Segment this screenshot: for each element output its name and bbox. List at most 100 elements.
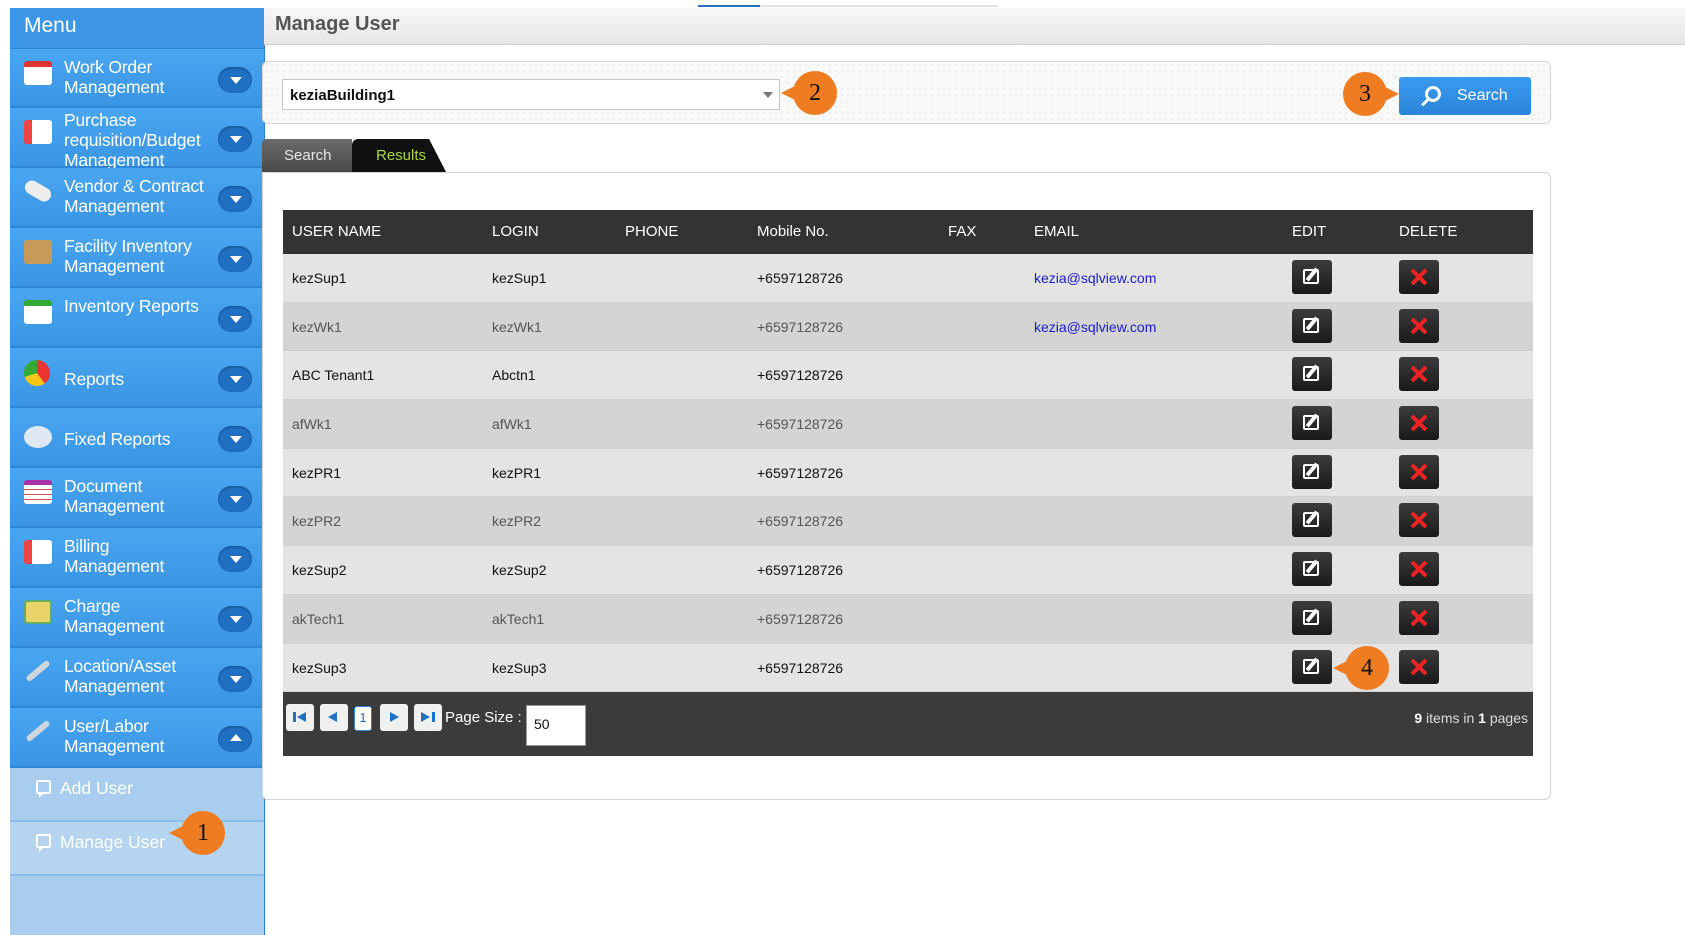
pager: 1 Page Size : 50 9 items in 1 pages bbox=[283, 692, 1533, 757]
edit-button[interactable] bbox=[1292, 503, 1332, 538]
chevron-down-icon[interactable] bbox=[218, 246, 252, 272]
menu-item-fixed-reports[interactable]: Fixed Reports bbox=[10, 408, 264, 468]
delete-button[interactable] bbox=[1399, 406, 1439, 441]
calendar-icon bbox=[24, 61, 52, 85]
delete-button[interactable] bbox=[1399, 552, 1439, 587]
delete-button[interactable] bbox=[1399, 503, 1439, 538]
chevron-down-icon[interactable] bbox=[218, 67, 252, 93]
edit-button[interactable] bbox=[1292, 406, 1332, 441]
column-header-username[interactable]: USER NAME bbox=[292, 223, 381, 240]
chevron-down-icon[interactable] bbox=[218, 546, 252, 572]
document-icon bbox=[24, 120, 52, 144]
chevron-down-icon[interactable] bbox=[218, 186, 252, 212]
column-header-email[interactable]: EMAIL bbox=[1034, 223, 1079, 240]
cell-email[interactable]: kezia@sqlview.com bbox=[1034, 270, 1156, 286]
chevron-down-icon[interactable] bbox=[218, 486, 252, 512]
column-header-login[interactable]: LOGIN bbox=[492, 223, 539, 240]
edit-button[interactable] bbox=[1292, 552, 1332, 587]
menu-item-charge-management[interactable]: Charge Management bbox=[10, 588, 264, 648]
chevron-down-icon[interactable] bbox=[218, 366, 252, 392]
menu-item-user-labor[interactable]: User/Labor Management bbox=[10, 708, 264, 768]
page-title: Manage User bbox=[275, 13, 400, 35]
items-count: 9 bbox=[1414, 710, 1423, 727]
speech-bubble-icon bbox=[24, 426, 52, 448]
table-row[interactable]: ABC Tenant1 Abctn1 +6597128726 bbox=[283, 351, 1533, 401]
edit-button[interactable] bbox=[1292, 649, 1332, 684]
top-progress-line bbox=[264, 0, 1685, 8]
building-select-value: keziaBuilding1 bbox=[290, 87, 396, 104]
tab-results[interactable]: Results bbox=[352, 139, 446, 172]
table-row[interactable]: kezWk1 kezWk1 +6597128726 kezia@sqlview.com bbox=[283, 302, 1533, 352]
last-page-button[interactable] bbox=[414, 704, 442, 732]
edit-button[interactable] bbox=[1292, 308, 1332, 343]
column-header-fax[interactable]: FAX bbox=[948, 223, 976, 240]
menu-item-work-order[interactable]: Work Order Management bbox=[10, 49, 264, 108]
page-number-button[interactable]: 1 bbox=[354, 706, 372, 732]
menu-item-document-management[interactable]: Document Management bbox=[10, 468, 264, 528]
cell-username: akTech1 bbox=[292, 610, 345, 627]
submenu-item-manage-user[interactable]: Manage User bbox=[10, 822, 264, 876]
column-header-phone[interactable]: PHONE bbox=[625, 223, 678, 240]
menu-item-purchase-requisition[interactable]: Purchase requisition/Budget Management bbox=[10, 108, 264, 170]
table-icon bbox=[24, 480, 52, 504]
edit-button[interactable] bbox=[1292, 454, 1332, 489]
cell-email[interactable]: kezia@sqlview.com bbox=[1034, 319, 1156, 335]
box-icon bbox=[24, 240, 52, 264]
manage-user-page: Menu Work Order Management Purchase requ… bbox=[0, 0, 1685, 935]
chevron-up-icon[interactable] bbox=[218, 726, 252, 752]
previous-page-button[interactable] bbox=[320, 704, 348, 732]
search-button-label: Search bbox=[1457, 87, 1508, 104]
cell-login: akTech1 bbox=[492, 610, 545, 627]
delete-button[interactable] bbox=[1399, 308, 1439, 343]
menu-item-vendor-contract[interactable]: Vendor & Contract Management bbox=[10, 168, 264, 228]
menu-item-location-asset[interactable]: Location/Asset Management bbox=[10, 648, 264, 708]
delete-button[interactable] bbox=[1399, 600, 1439, 635]
menu-item-label: Fixed Reports bbox=[64, 429, 171, 449]
cell-username: ABC Tenant1 bbox=[292, 367, 375, 384]
chevron-down-icon[interactable] bbox=[218, 606, 252, 632]
cell-mobile: +6597128726 bbox=[757, 416, 844, 433]
table-row[interactable]: afWk1 afWk1 +6597128726 bbox=[283, 400, 1533, 449]
menu-item-label: Billing Management bbox=[64, 536, 165, 576]
menu-item-reports[interactable]: Reports bbox=[10, 348, 264, 408]
delete-button[interactable] bbox=[1399, 454, 1439, 489]
table-row[interactable]: kezPR1 kezPR1 +6597128726 bbox=[283, 448, 1533, 498]
sidebar-menu: Menu Work Order Management Purchase requ… bbox=[10, 8, 265, 935]
chevron-down-icon[interactable] bbox=[218, 426, 252, 452]
edit-button[interactable] bbox=[1292, 260, 1332, 294]
first-page-button[interactable] bbox=[286, 704, 314, 732]
submenu-item-add-user[interactable]: Add User bbox=[10, 768, 264, 822]
menu-item-label: Reports bbox=[64, 369, 124, 389]
comment-icon bbox=[36, 780, 51, 798]
wrench-icon bbox=[25, 659, 51, 683]
delete-button[interactable] bbox=[1399, 260, 1439, 294]
menu-item-inventory-reports[interactable]: Inventory Reports bbox=[10, 288, 264, 348]
page-size-input[interactable]: 50 bbox=[526, 705, 586, 747]
delete-button[interactable] bbox=[1399, 357, 1439, 392]
menu-item-facility-inventory[interactable]: Facility Inventory Management bbox=[10, 228, 264, 288]
menu-item-billing-management[interactable]: Billing Management bbox=[10, 528, 264, 588]
table-row[interactable]: kezSup1 kezSup1 +6597128726 kezia@sqlview.c… bbox=[283, 254, 1533, 303]
tab-search[interactable]: Search bbox=[262, 139, 352, 172]
chevron-down-icon[interactable] bbox=[218, 666, 252, 692]
search-button[interactable]: Search bbox=[1399, 77, 1531, 115]
building-select[interactable]: keziaBuilding1 bbox=[282, 79, 780, 110]
pager-info: 9 items in 1 pages bbox=[1414, 710, 1528, 726]
cell-mobile: +6597128726 bbox=[757, 562, 844, 579]
column-header-mobile[interactable]: Mobile No. bbox=[757, 223, 829, 240]
menu-item-label: Charge Management bbox=[64, 596, 165, 636]
next-page-button[interactable] bbox=[380, 704, 408, 732]
delete-button[interactable] bbox=[1399, 649, 1439, 684]
cell-username: afWk1 bbox=[292, 416, 332, 433]
table-row[interactable]: akTech1 akTech1 +6597128726 bbox=[283, 594, 1533, 644]
chevron-down-icon[interactable] bbox=[218, 126, 252, 152]
dropdown-arrow-icon[interactable] bbox=[763, 92, 773, 98]
cell-mobile: +6597128726 bbox=[757, 318, 844, 335]
table-row[interactable]: kezSup2 kezSup2 +6597128726 bbox=[283, 546, 1533, 595]
edit-button[interactable] bbox=[1292, 357, 1332, 392]
chevron-down-icon[interactable] bbox=[218, 306, 252, 332]
table-row[interactable]: kezPR2 kezPR2 +6597128726 bbox=[283, 497, 1533, 547]
menu-item-label: Purchase requisition/Budget Management bbox=[64, 110, 201, 170]
items-mid-text: items in bbox=[1422, 710, 1479, 727]
edit-button[interactable] bbox=[1292, 600, 1332, 635]
